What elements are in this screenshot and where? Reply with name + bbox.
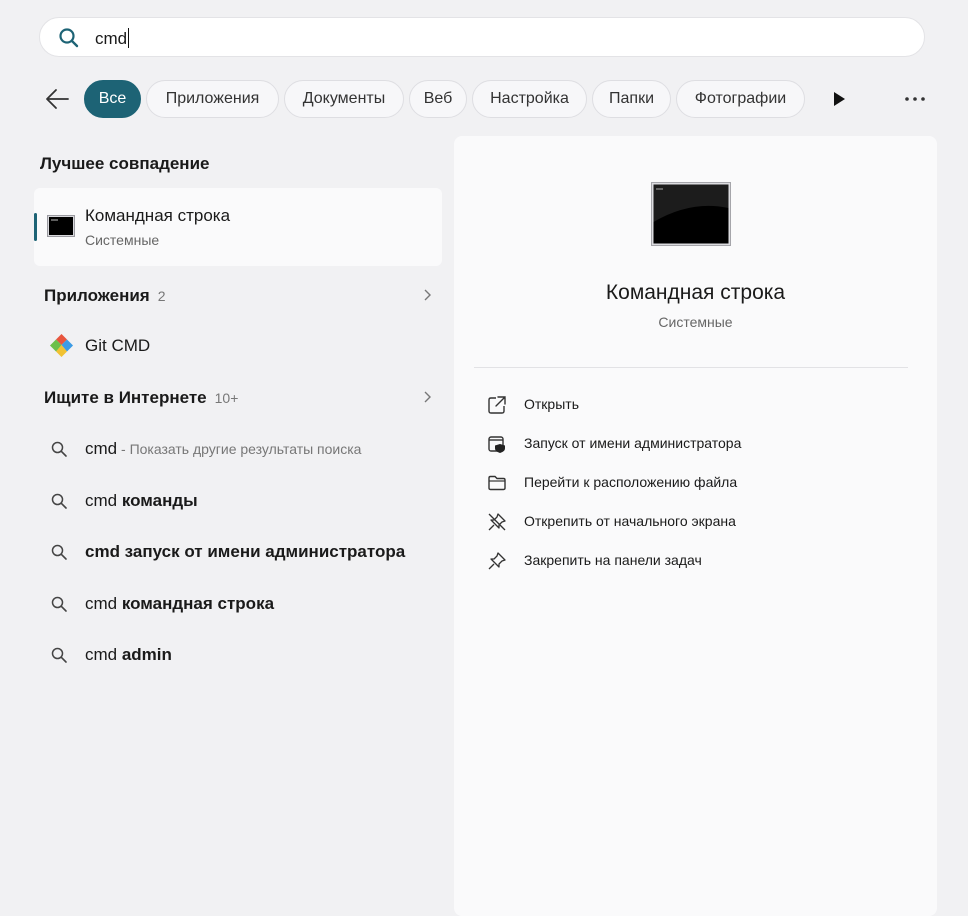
search-input[interactable]: cmd: [95, 28, 130, 49]
chevron-right-icon[interactable]: [420, 288, 434, 302]
action-label: Открепить от начального экрана: [524, 513, 736, 529]
search-query: cmd: [95, 29, 128, 48]
web-suggestion-text: cmd команды: [85, 491, 198, 511]
pin-icon: [488, 552, 506, 570]
best-match-subtitle: Системные: [85, 232, 160, 248]
best-match-result[interactable]: Командная строка Системные: [34, 188, 442, 266]
open-icon: [488, 396, 506, 414]
filter-chip-settings[interactable]: Настройка: [472, 80, 587, 118]
filter-chip-label: Приложения: [165, 90, 260, 107]
more-options-icon[interactable]: [902, 88, 928, 110]
web-suggestion-text: cmd запуск от имени администратора: [85, 542, 405, 562]
search-icon: [51, 647, 67, 663]
git-icon: [50, 334, 73, 357]
web-suggestion-text: cmd admin: [85, 645, 172, 665]
web-suggestion[interactable]: cmd запуск от имени администратора: [50, 538, 440, 568]
filter-chip-label: Настройка: [490, 90, 569, 107]
action-label: Перейти к расположению файла: [524, 474, 738, 490]
web-count: 10+: [214, 390, 239, 406]
apps-heading[interactable]: Приложения 2: [44, 286, 166, 306]
filter-chip-folders[interactable]: Папки: [592, 80, 671, 118]
web-heading-label: Ищите в Интернете: [44, 388, 207, 407]
filter-chip-all[interactable]: Все: [84, 80, 141, 118]
web-suggestion[interactable]: cmd команды: [50, 487, 440, 517]
back-button[interactable]: [42, 86, 74, 112]
search-icon: [51, 596, 67, 612]
action-label: Закрепить на панели задач: [524, 552, 702, 568]
suggestion-prefix: cmd: [85, 491, 122, 510]
selection-indicator: [34, 213, 37, 241]
web-suggestion-text: cmd - Показать другие результаты поиска: [85, 439, 361, 459]
filter-chip-label: Папки: [609, 90, 654, 107]
filter-chip-label: Веб: [423, 90, 453, 107]
action-pin-taskbar[interactable]: Закрепить на панели задач: [487, 548, 907, 574]
filter-chip-web[interactable]: Веб: [409, 80, 467, 118]
search-icon: [51, 493, 67, 509]
suggestion-bold: cmd запуск от имени администратора: [85, 542, 406, 561]
action-unpin-start[interactable]: Открепить от начального экрана: [487, 509, 907, 535]
filter-chip-label: Все: [98, 90, 127, 107]
best-match-title: Командная строка: [85, 206, 231, 225]
suggestion-bold: admin: [121, 645, 172, 664]
filter-chip-label: Документы: [302, 90, 386, 107]
apps-count: 2: [157, 288, 166, 304]
filter-chip-apps[interactable]: Приложения: [146, 80, 279, 118]
search-icon: [51, 544, 67, 560]
preview-subtitle: Системные: [658, 314, 733, 330]
search-box[interactable]: cmd: [39, 17, 925, 57]
folder-icon: [488, 475, 506, 491]
preview-title: Командная строка: [605, 281, 786, 304]
apps-heading-label: Приложения: [44, 286, 150, 305]
web-suggestion[interactable]: cmd admin: [50, 641, 440, 671]
web-suggestion[interactable]: cmd командная строка: [50, 590, 440, 620]
action-label: Запуск от имени администратора: [524, 435, 742, 451]
command-prompt-icon: [651, 182, 731, 246]
divider: [474, 367, 908, 368]
action-label: Открыть: [524, 396, 579, 412]
action-open-file-location[interactable]: Перейти к расположению файла: [487, 470, 907, 496]
text-caret: [128, 28, 130, 48]
filter-chip-photos[interactable]: Фотографии: [676, 80, 805, 118]
preview-panel: Командная строка Системные Открыть Запус…: [454, 136, 937, 916]
app-item-label: Git CMD: [85, 336, 151, 355]
chevron-right-icon[interactable]: [420, 390, 434, 404]
search-icon: [59, 28, 79, 48]
play-icon[interactable]: [828, 88, 850, 110]
web-suggestion-text: cmd командная строка: [85, 594, 274, 614]
action-run-as-admin[interactable]: Запуск от имени администратора: [487, 431, 907, 457]
best-match-heading: Лучшее совпадение: [40, 154, 210, 173]
action-open[interactable]: Открыть: [487, 392, 907, 418]
suggestion-prefix: cmd: [85, 594, 122, 613]
filter-chip-label: Фотографии: [694, 90, 787, 107]
suggestion-bold: команды: [121, 491, 198, 510]
suggestion-bold: командная строка: [121, 594, 275, 613]
command-prompt-icon: [47, 215, 75, 237]
search-icon: [51, 441, 67, 457]
suggestion-prefix: cmd: [85, 645, 122, 664]
unpin-icon: [488, 513, 506, 531]
web-heading[interactable]: Ищите в Интернете 10+: [44, 388, 238, 408]
web-suggestion[interactable]: cmd - Показать другие результаты поиска: [50, 435, 440, 465]
suggestion-prefix: cmd: [85, 439, 118, 458]
suggestion-hint: - Показать другие результаты поиска: [117, 441, 362, 457]
shield-icon: [488, 436, 505, 453]
filter-chip-documents[interactable]: Документы: [284, 80, 404, 118]
